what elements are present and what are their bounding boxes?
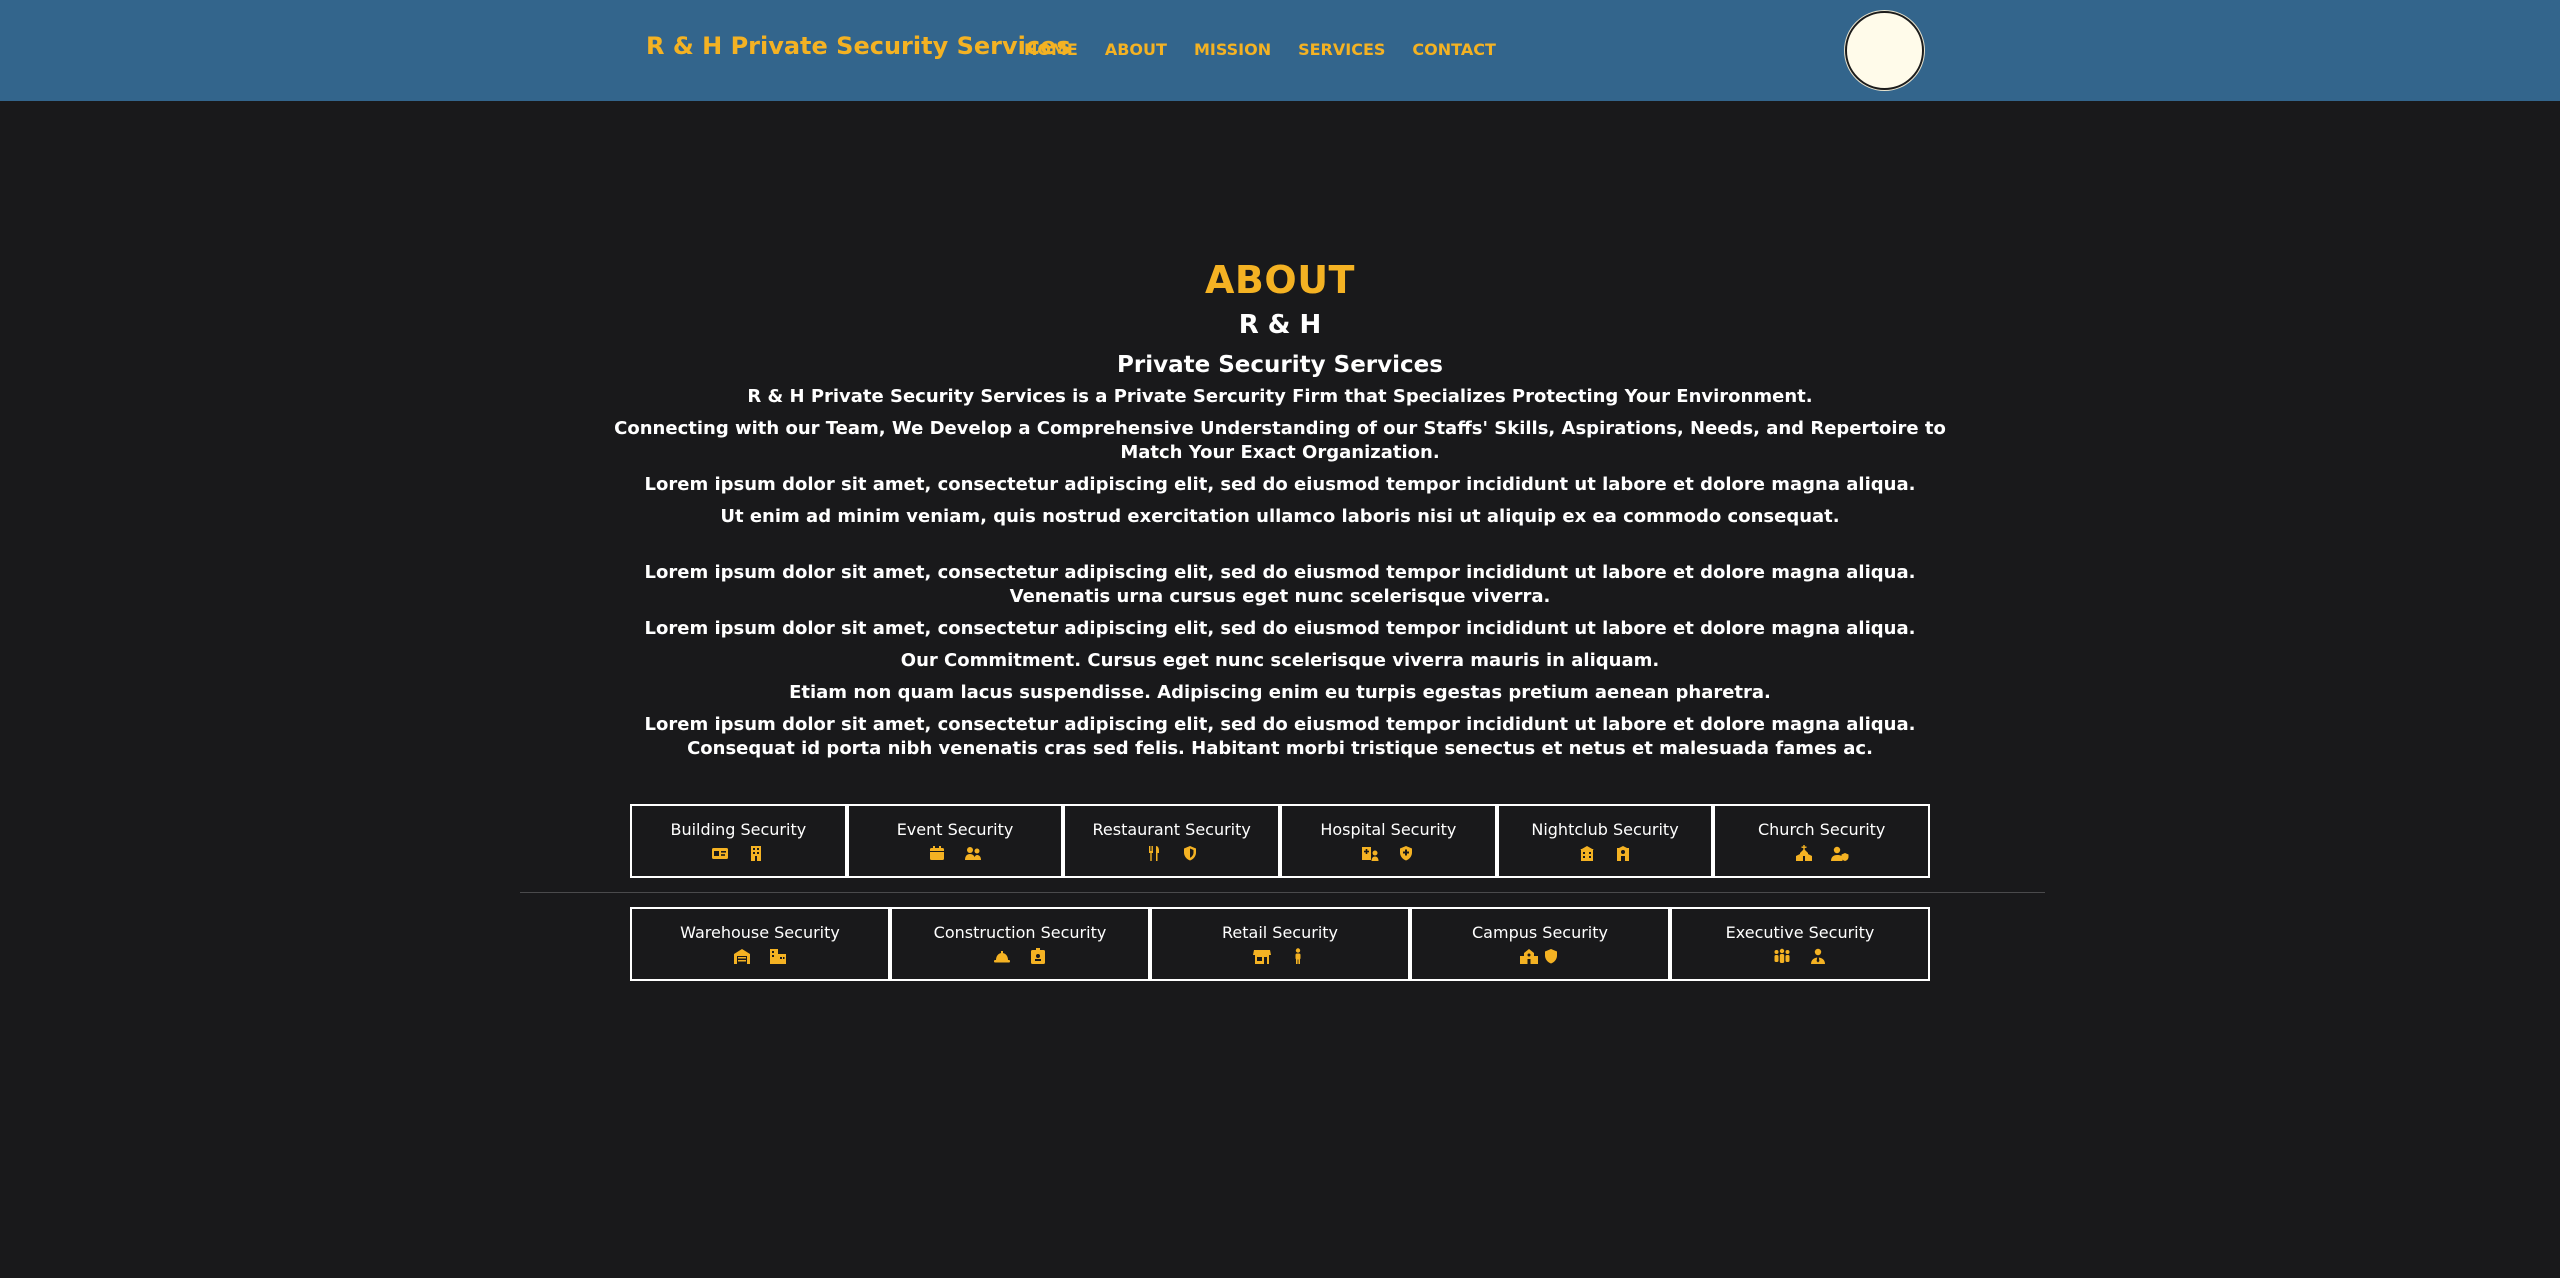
about-paragraph: Lorem ipsum dolor sit amet, consectetur … (644, 618, 1916, 639)
service-label: Church Security (1757, 820, 1886, 839)
utensils-icon (1145, 845, 1163, 861)
users-icon (964, 845, 982, 861)
avatar[interactable] (1845, 11, 1924, 90)
about-paragraph: Lorem ipsum dolor sit amet, consectetur … (644, 562, 1916, 607)
service-label: Retail Security (1222, 923, 1338, 942)
school-icon (1520, 948, 1538, 964)
about-paragraph: Lorem ipsum dolor sit amet, consectetur … (644, 474, 1916, 495)
nav-about[interactable]: ABOUT (1105, 40, 1167, 59)
service-label: Restaurant Security (1092, 820, 1251, 839)
brand-title[interactable]: R & H Private Security Services (646, 32, 1071, 60)
service-card-nightclub[interactable]: Nightclub Security (1496, 804, 1714, 878)
nav-services[interactable]: SERVICES (1298, 40, 1385, 59)
badge-icon (1029, 948, 1047, 964)
church-icon (1795, 845, 1813, 861)
top-navbar: R & H Private Security Services HOME ABO… (0, 0, 2560, 101)
hospital-user-icon (1361, 845, 1379, 861)
about-paragraph: Our Commitment. Cursus eget nunc sceleri… (900, 650, 1660, 671)
section-divider (520, 892, 2045, 893)
user-tie-icon (1809, 948, 1827, 964)
id-card-icon (711, 845, 729, 861)
calendar-icon (928, 845, 946, 861)
service-label: Nightclub Security (1531, 820, 1679, 839)
about-subtitle: R & H (1238, 310, 1322, 340)
dance-icon (1578, 845, 1596, 861)
about-subtitle-2: Private Security Services (1117, 352, 1443, 378)
service-label: Event Security (896, 820, 1014, 839)
people-group-icon (1773, 948, 1791, 964)
nav-home[interactable]: HOME (1024, 40, 1078, 59)
service-label: Construction Security (933, 923, 1107, 942)
shield-icon (1542, 948, 1560, 964)
services-row-2: Warehouse Security Construction Security… (630, 907, 1930, 981)
about-paragraph: Etiam non quam lacus suspendisse. Adipis… (789, 682, 1771, 703)
service-label: Executive Security (1725, 923, 1875, 942)
hard-hat-icon (993, 948, 1011, 964)
nav-mission[interactable]: MISSION (1194, 40, 1271, 59)
about-paragraph: Lorem ipsum dolor sit amet, consectetur … (644, 714, 1916, 759)
service-card-church[interactable]: Church Security (1713, 804, 1931, 878)
service-card-campus[interactable]: Campus Security (1410, 907, 1670, 981)
service-label: Building Security (670, 820, 807, 839)
about-heading: ABOUT (1205, 258, 1355, 302)
service-label: Campus Security (1472, 923, 1608, 942)
industry-icon (769, 948, 787, 964)
service-card-construction[interactable]: Construction Security (890, 907, 1150, 981)
service-label: Hospital Security (1320, 820, 1457, 839)
service-card-building[interactable]: Building Security (630, 804, 847, 878)
service-card-restaurant[interactable]: Restaurant Security (1063, 804, 1281, 878)
about-paragraph: Connecting with our Team, We Develop a C… (614, 418, 1946, 463)
about-paragraph: R & H Private Security Services is a Pri… (747, 386, 1813, 407)
person-icon (1289, 948, 1307, 964)
services-row-1: Building Security Event Security Restaur… (630, 804, 1931, 878)
about-section: ABOUT R & H Private Security Services R … (600, 255, 1960, 769)
user-shield-icon (1830, 845, 1849, 861)
shield-cross-icon (1397, 845, 1415, 861)
about-paragraph: Ut enim ad minim veniam, quis nostrud ex… (720, 506, 1840, 527)
bouncer-icon (1614, 845, 1632, 861)
service-card-warehouse[interactable]: Warehouse Security (630, 907, 890, 981)
service-card-retail[interactable]: Retail Security (1150, 907, 1410, 981)
service-card-executive[interactable]: Executive Security (1670, 907, 1930, 981)
store-icon (1253, 948, 1271, 964)
service-card-event[interactable]: Event Security (846, 804, 1064, 878)
main-nav: HOME ABOUT MISSION SERVICES CONTACT (1024, 40, 1523, 59)
service-label: Warehouse Security (680, 923, 840, 942)
service-card-hospital[interactable]: Hospital Security (1280, 804, 1497, 878)
shield-icon (1181, 845, 1199, 861)
building-icon (747, 845, 765, 861)
warehouse-icon (733, 948, 751, 964)
nav-contact[interactable]: CONTACT (1412, 40, 1495, 59)
